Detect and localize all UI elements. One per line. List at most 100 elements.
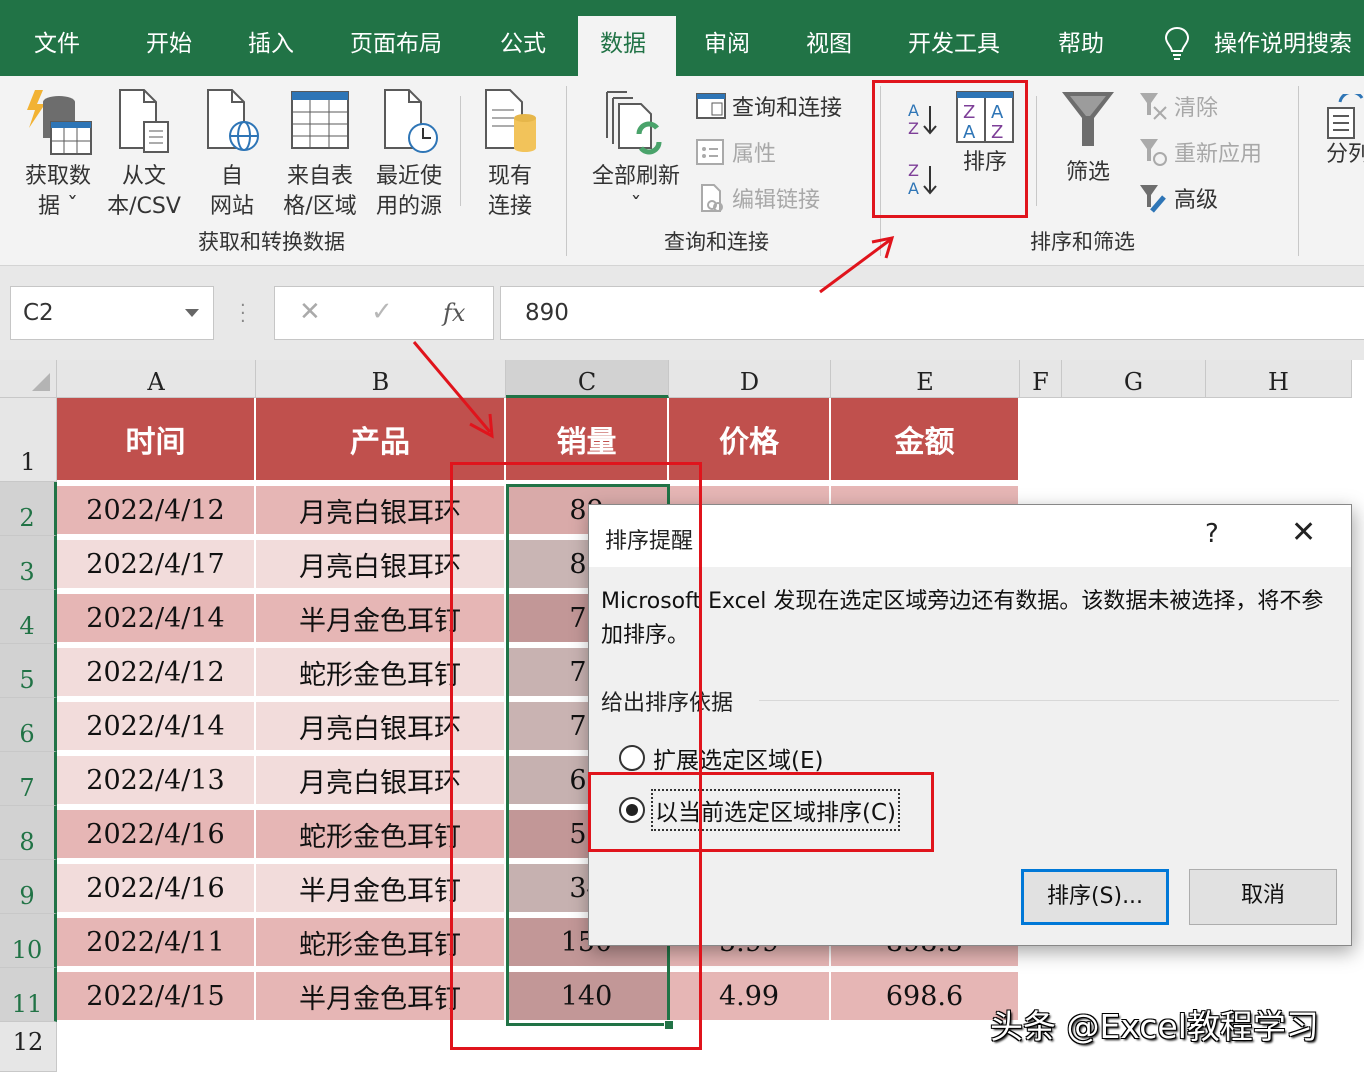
table-cell[interactable]: 2022/4/12 [57,648,256,698]
expand-selection-radio[interactable]: 扩展选定区域(E) [619,741,823,775]
separator [1036,96,1037,206]
table-cell[interactable]: 2022/4/11 [57,918,256,968]
table-cell[interactable]: 半月金色耳钉 [256,972,506,1022]
tab-review[interactable]: 审阅 [682,16,772,76]
tab-data[interactable]: 数据 [578,16,676,76]
header-cell[interactable]: 产品 [256,398,506,482]
column-header-b[interactable]: B [256,360,506,398]
recent-sources-button[interactable]: 最近使 用的源 [370,88,448,222]
column-header-c[interactable]: C [506,360,669,398]
select-all-button[interactable] [0,360,57,398]
tab-view[interactable]: 视图 [784,16,874,76]
from-web-icon [207,89,259,151]
from-table-button[interactable]: 来自表 格/区域 [276,88,364,222]
filter-button[interactable]: 筛选 [1056,88,1120,188]
sort-button-dialog[interactable]: 排序(S)... [1021,869,1169,925]
table-cell[interactable]: 月亮白银耳环 [256,756,506,806]
row-header-9[interactable]: 9 [0,860,57,914]
clear-filter-button[interactable]: 清除 [1138,90,1218,122]
tab-formulas[interactable]: 公式 [478,16,568,76]
properties-button[interactable]: 属性 [696,136,776,168]
header-cell[interactable]: 销量 [506,398,669,482]
row-header-8[interactable]: 8 [0,806,57,860]
formula-input[interactable]: 890 [500,286,1364,340]
close-button[interactable]: ✕ [1291,515,1316,550]
row-header-2[interactable]: 2 [0,482,57,536]
tab-help[interactable]: 帮助 [1036,16,1126,76]
row-header-11[interactable]: 11 [0,968,57,1022]
enter-icon[interactable]: ✓ [371,297,393,327]
table-cell[interactable]: 2022/4/13 [57,756,256,806]
table-cell[interactable]: 2022/4/14 [57,702,256,752]
table-cell[interactable]: 月亮白银耳环 [256,702,506,752]
table-cell[interactable]: 蛇形金色耳钉 [256,918,506,968]
current-selection-radio[interactable]: 以当前选定区域排序(C) [619,789,901,831]
svg-text:Z: Z [908,161,919,180]
row-header-3[interactable]: 3 [0,536,57,590]
table-cell[interactable]: 蛇形金色耳钉 [256,648,506,698]
text-to-columns-button[interactable]: 分列 [1326,94,1364,170]
header-cell[interactable]: 价格 [669,398,831,482]
table-cell[interactable]: 月亮白银耳环 [256,540,506,590]
radio-checked-icon[interactable] [619,797,645,823]
advanced-filter-button[interactable]: 高级 [1138,182,1218,214]
sort-descending-button[interactable]: Z A [906,160,940,200]
table-cell[interactable]: 2022/4/16 [57,810,256,860]
table-cell[interactable]: 4.99 [669,972,831,1022]
table-cell[interactable]: 月亮白银耳环 [256,486,506,536]
column-header-g[interactable]: G [1062,360,1206,398]
insert-function-icon[interactable]: fx [443,299,465,327]
queries-connections-icon [696,93,726,119]
help-button[interactable]: ? [1205,519,1219,549]
edit-links-button[interactable]: 编辑链接 [696,182,820,214]
existing-connections-button[interactable]: 现有 连接 [478,88,542,222]
tell-me-search[interactable]: 操作说明搜索 [1194,16,1352,76]
column-header-d[interactable]: D [669,360,831,398]
column-header-h[interactable]: H [1206,360,1352,398]
radio-unchecked-icon[interactable] [619,745,645,771]
table-cell[interactable]: 2022/4/16 [57,864,256,914]
sort-button[interactable]: Z A A Z 排序 [952,90,1018,178]
from-text-csv-button[interactable]: 从文 本/CSV [102,88,186,222]
header-cell[interactable]: 金额 [831,398,1020,482]
fill-handle[interactable] [664,1020,674,1030]
row-header-7[interactable]: 7 [0,752,57,806]
tab-file[interactable]: 文件 [12,16,102,76]
from-web-button[interactable]: 自 网站 [200,88,264,222]
table-cell[interactable]: 2022/4/15 [57,972,256,1022]
properties-label: 属性 [732,142,777,167]
row-header-12[interactable]: 12 [0,1022,57,1072]
table-cell[interactable]: 蛇形金色耳钉 [256,810,506,860]
table-cell[interactable]: 2022/4/14 [57,594,256,644]
row-header-6[interactable]: 6 [0,698,57,752]
chevron-down-icon[interactable] [185,309,199,317]
header-cell[interactable]: 时间 [57,398,256,482]
table-cell[interactable]: 2022/4/12 [57,486,256,536]
table-cell[interactable]: 2022/4/17 [57,540,256,590]
table-cell[interactable]: 半月金色耳钉 [256,864,506,914]
cancel-icon[interactable]: ✕ [299,297,321,327]
separator [566,86,567,256]
resize-handle[interactable]: · · · [240,297,246,331]
tab-home[interactable]: 开始 [124,16,214,76]
tab-insert[interactable]: 插入 [226,16,316,76]
tab-page-layout[interactable]: 页面布局 [328,16,464,76]
queries-connections-button[interactable]: 查询和连接 [696,90,842,122]
table-cell[interactable]: 半月金色耳钉 [256,594,506,644]
reapply-button[interactable]: 重新应用 [1138,136,1262,168]
get-data-button[interactable]: 获取数 据 ˇ [20,88,96,222]
row-header-5[interactable]: 5 [0,644,57,698]
sort-ascending-button[interactable]: A Z [906,100,940,140]
table-cell[interactable]: 140 [506,972,669,1022]
cancel-button[interactable]: 取消 [1189,869,1337,925]
row-header-1[interactable]: 1 [0,398,57,482]
column-header-f[interactable]: F [1020,360,1062,398]
name-box[interactable]: C2 [10,286,214,340]
group-label-sort-filter: 排序和筛选 [1030,230,1135,254]
column-header-a[interactable]: A [57,360,256,398]
row-header-4[interactable]: 4 [0,590,57,644]
tab-developer[interactable]: 开发工具 [886,16,1022,76]
row-header-10[interactable]: 10 [0,914,57,968]
column-header-e[interactable]: E [831,360,1020,398]
refresh-all-button[interactable]: 全部刷新 ˇ [586,88,686,222]
